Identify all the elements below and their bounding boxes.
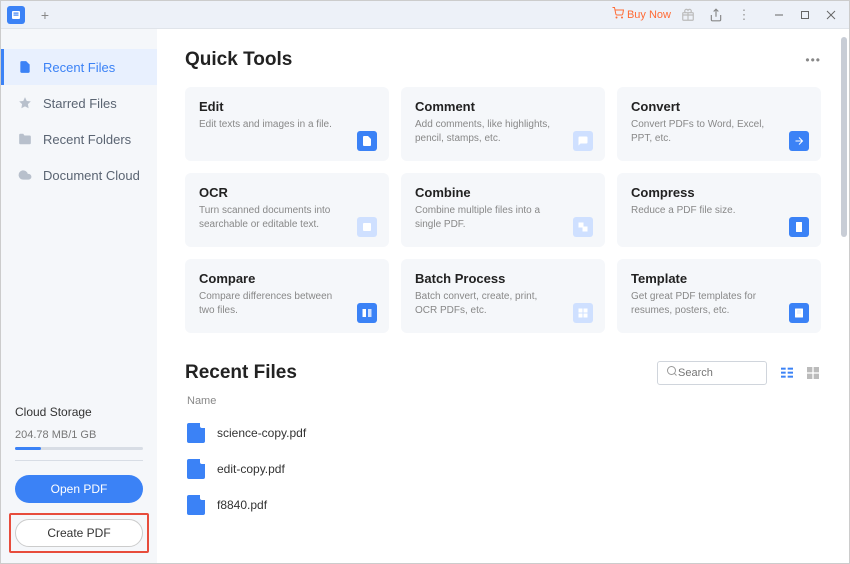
tool-title: Template <box>631 271 807 286</box>
storage-title: Cloud Storage <box>15 405 143 419</box>
file-item[interactable]: science-copy.pdf <box>185 415 821 451</box>
storage-progress <box>15 447 143 450</box>
buy-now-label: Buy Now <box>627 9 671 21</box>
tool-desc: Get great PDF templates for resumes, pos… <box>631 290 771 318</box>
tool-comment[interactable]: Comment Add comments, like highlights, p… <box>401 87 605 161</box>
quick-tools-more-icon[interactable]: ••• <box>805 53 821 67</box>
tools-grid: Edit Edit texts and images in a file. Co… <box>185 87 821 333</box>
tool-batch[interactable]: Batch Process Batch convert, create, pri… <box>401 259 605 333</box>
tool-title: Compress <box>631 185 807 200</box>
star-icon <box>17 95 33 111</box>
pdf-file-icon <box>187 423 205 443</box>
template-icon <box>789 303 809 323</box>
tool-convert[interactable]: Convert Convert PDFs to Word, Excel, PPT… <box>617 87 821 161</box>
tool-title: OCR <box>199 185 375 200</box>
tool-desc: Turn scanned documents into searchable o… <box>199 204 339 232</box>
maximize-button[interactable] <box>793 4 817 26</box>
app-logo <box>7 6 25 24</box>
convert-icon <box>789 131 809 151</box>
comment-icon <box>573 131 593 151</box>
search-box[interactable] <box>657 361 767 385</box>
titlebar: + Buy Now ⋮ <box>1 1 849 29</box>
tool-compare[interactable]: Compare Compare differences between two … <box>185 259 389 333</box>
combine-icon <box>573 217 593 237</box>
sidebar-item-recent-folders[interactable]: Recent Folders <box>1 121 157 157</box>
tool-edit[interactable]: Edit Edit texts and images in a file. <box>185 87 389 161</box>
content-area: Quick Tools ••• Edit Edit texts and imag… <box>157 29 849 563</box>
tool-desc: Edit texts and images in a file. <box>199 118 339 132</box>
tool-title: Compare <box>199 271 375 286</box>
tool-desc: Combine multiple files into a single PDF… <box>415 204 555 232</box>
sidebar: Recent Files Starred Files Recent Folder… <box>1 29 157 563</box>
sidebar-item-label: Document Cloud <box>43 168 140 183</box>
sidebar-item-label: Starred Files <box>43 96 117 111</box>
tool-compress[interactable]: Compress Reduce a PDF file size. <box>617 173 821 247</box>
cart-icon <box>612 7 624 22</box>
grid-view-button[interactable] <box>805 365 821 381</box>
close-button[interactable] <box>819 4 843 26</box>
search-icon <box>666 364 678 382</box>
tool-title: Convert <box>631 99 807 114</box>
sidebar-item-recent-files[interactable]: Recent Files <box>1 49 157 85</box>
sidebar-item-starred-files[interactable]: Starred Files <box>1 85 157 121</box>
create-pdf-highlight: Create PDF <box>9 513 149 553</box>
batch-icon <box>573 303 593 323</box>
minimize-button[interactable] <box>767 4 791 26</box>
quick-tools-title: Quick Tools <box>185 49 292 71</box>
column-name-header: Name <box>185 395 821 407</box>
share-icon[interactable] <box>705 4 727 26</box>
sidebar-item-document-cloud[interactable]: Document Cloud <box>1 157 157 193</box>
edit-icon <box>357 131 377 151</box>
search-input[interactable] <box>678 367 758 379</box>
tool-desc: Reduce a PDF file size. <box>631 204 771 218</box>
pdf-file-icon <box>187 459 205 479</box>
tool-ocr[interactable]: OCR Turn scanned documents into searchab… <box>185 173 389 247</box>
tool-title: Comment <box>415 99 591 114</box>
tool-desc: Batch convert, create, print, OCR PDFs, … <box>415 290 555 318</box>
pdf-file-icon <box>187 495 205 515</box>
file-item[interactable]: f8840.pdf <box>185 487 821 523</box>
new-tab-button[interactable]: + <box>33 6 57 24</box>
folder-icon <box>17 131 33 147</box>
ocr-icon: T <box>357 217 377 237</box>
file-name: f8840.pdf <box>217 498 267 512</box>
tool-title: Edit <box>199 99 375 114</box>
file-name: edit-copy.pdf <box>217 462 285 476</box>
list-view-button[interactable] <box>779 365 795 381</box>
tool-desc: Add comments, like highlights, pencil, s… <box>415 118 555 146</box>
compare-icon <box>357 303 377 323</box>
kebab-menu-icon[interactable]: ⋮ <box>733 4 755 26</box>
cloud-icon <box>17 167 33 183</box>
tool-desc: Convert PDFs to Word, Excel, PPT, etc. <box>631 118 771 146</box>
create-pdf-button[interactable]: Create PDF <box>15 519 143 547</box>
tool-title: Combine <box>415 185 591 200</box>
file-icon <box>17 59 33 75</box>
scrollbar[interactable] <box>841 37 847 237</box>
tool-template[interactable]: Template Get great PDF templates for res… <box>617 259 821 333</box>
compress-icon <box>789 217 809 237</box>
storage-usage: 204.78 MB/1 GB <box>15 429 143 441</box>
gift-icon[interactable] <box>677 4 699 26</box>
buy-now-link[interactable]: Buy Now <box>612 7 671 22</box>
svg-text:T: T <box>365 225 368 231</box>
sidebar-item-label: Recent Folders <box>43 132 131 147</box>
tool-desc: Compare differences between two files. <box>199 290 339 318</box>
file-name: science-copy.pdf <box>217 426 306 440</box>
open-pdf-button[interactable]: Open PDF <box>15 475 143 503</box>
tool-combine[interactable]: Combine Combine multiple files into a si… <box>401 173 605 247</box>
tool-title: Batch Process <box>415 271 591 286</box>
sidebar-item-label: Recent Files <box>43 60 115 75</box>
recent-files-title: Recent Files <box>185 362 297 384</box>
file-item[interactable]: edit-copy.pdf <box>185 451 821 487</box>
